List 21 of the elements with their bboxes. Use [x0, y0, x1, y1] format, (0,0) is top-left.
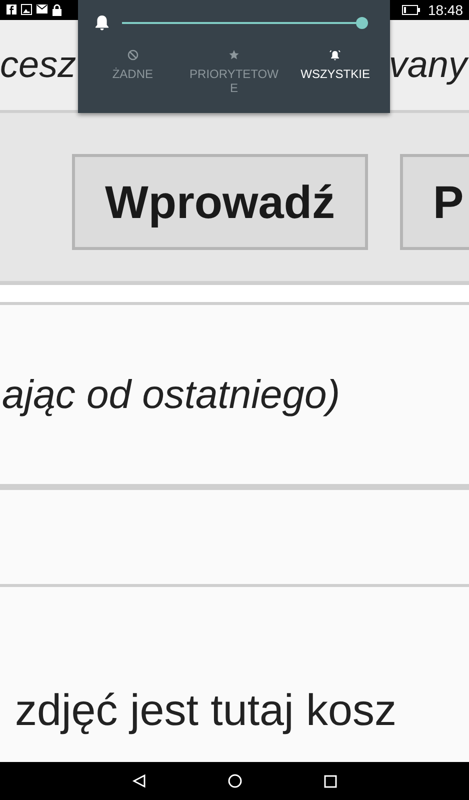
ringing-bell-icon — [329, 49, 342, 61]
slider-handle[interactable] — [356, 16, 368, 28]
block-icon — [126, 49, 139, 61]
recents-icon[interactable] — [324, 774, 337, 788]
content-text: ając od ostatniego) — [2, 372, 340, 418]
lock-icon — [52, 4, 62, 16]
mail-icon — [36, 4, 48, 14]
mode-option[interactable]: WSZYSTKIE — [284, 49, 386, 95]
home-icon[interactable] — [228, 774, 242, 788]
app-notification-icon — [6, 4, 17, 15]
header-text: vany — [388, 43, 467, 88]
action-button[interactable]: P — [400, 154, 469, 250]
back-icon[interactable] — [132, 774, 146, 788]
content-text: zdjęć jest tutaj kosz — [15, 685, 396, 737]
bell-icon — [94, 14, 110, 31]
header-text: cesz — [0, 43, 76, 88]
battery-icon — [402, 5, 420, 15]
image-icon — [21, 4, 32, 15]
star-icon — [228, 49, 240, 61]
action-button[interactable]: Wprowadź — [72, 154, 368, 250]
clock-time: 18:48 — [428, 0, 463, 20]
